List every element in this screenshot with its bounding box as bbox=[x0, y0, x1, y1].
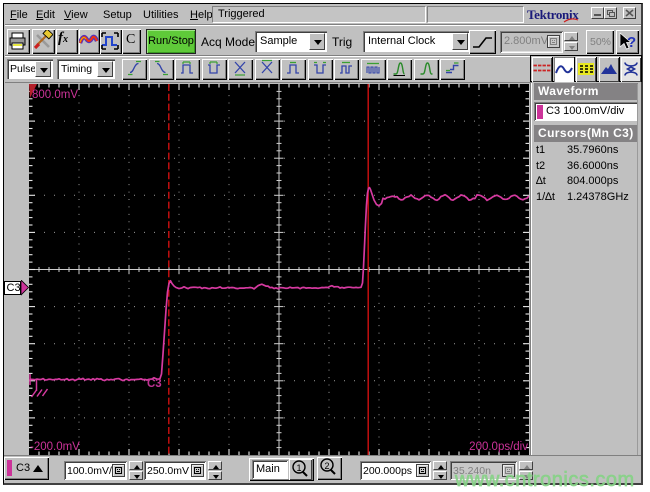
svg-text:-200.0mV: -200.0mV bbox=[30, 441, 80, 453]
svg-text:C3: C3 bbox=[147, 378, 162, 390]
svg-text:200.0ps/div: 200.0ps/div bbox=[469, 441, 528, 453]
svg-text:2: 2 bbox=[325, 461, 330, 471]
svg-text:?: ? bbox=[627, 34, 636, 51]
svg-text:800.0mV: 800.0mV bbox=[32, 89, 78, 101]
svg-text:1: 1 bbox=[297, 463, 302, 473]
